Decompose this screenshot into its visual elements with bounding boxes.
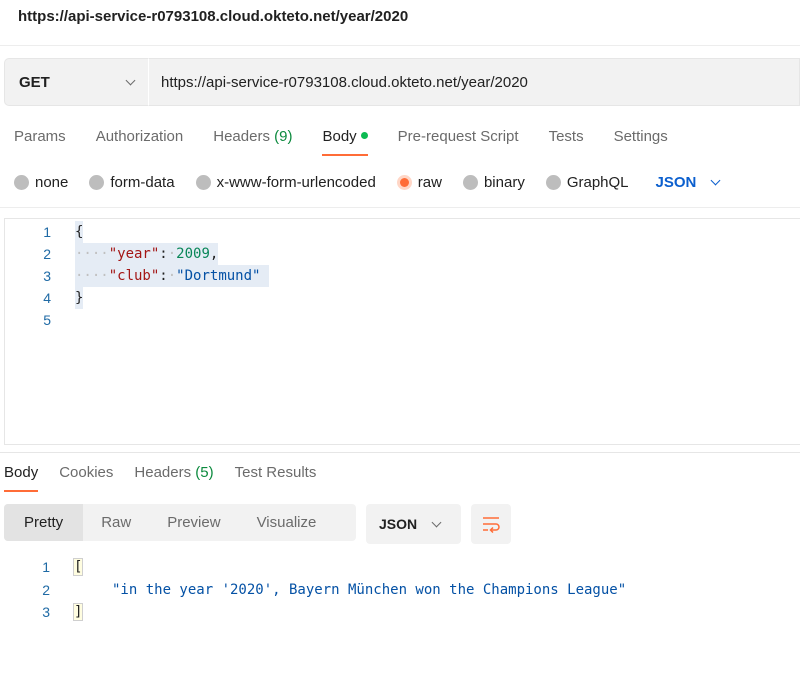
tab-headers[interactable]: Headers (9) (213, 118, 292, 156)
response-line: 3 ] (4, 601, 84, 623)
line-number: 3 (42, 604, 50, 620)
window-title: https://api-service-r0793108.cloud.oktet… (18, 8, 409, 25)
divider (0, 207, 800, 208)
chevron-down-icon (431, 517, 442, 527)
line-number: 5 (43, 312, 51, 328)
editor-line: 4 } (5, 287, 84, 309)
editor-line: 1 { (5, 221, 84, 243)
comma: , (209, 246, 219, 262)
wrap-lines-icon (483, 517, 500, 533)
wrap-lines-button[interactable] (471, 504, 511, 544)
tab-headers-label: Headers (213, 128, 270, 145)
editor-line: 5 (5, 309, 51, 331)
line-number: 3 (43, 268, 51, 284)
line-number: 2 (43, 246, 51, 262)
json-key-club: "club" (108, 268, 160, 284)
tab-body[interactable]: Body (322, 118, 368, 156)
tab-body-label: Body (322, 128, 357, 145)
response-tabs: Body Cookies Headers (5) Test Results (4, 454, 337, 494)
line-number: 2 (42, 582, 50, 598)
space-whitespace: · (167, 246, 177, 262)
title-bar: https://api-service-r0793108.cloud.oktet… (0, 0, 800, 46)
tab-tests[interactable]: Tests (549, 118, 584, 156)
open-brace: { (75, 221, 84, 243)
tab-prerequest-script[interactable]: Pre-request Script (398, 118, 519, 156)
response-tab-headers[interactable]: Headers (5) (134, 454, 213, 492)
view-pretty-button[interactable]: Pretty (4, 504, 84, 541)
editor-line: 3 ···· "club": · "Dortmund" (5, 265, 269, 287)
radio-graphql[interactable]: GraphQL (545, 173, 629, 191)
tab-authorization[interactable]: Authorization (96, 118, 184, 156)
radio-form-data[interactable]: form-data (89, 173, 175, 191)
space-whitespace: · (167, 268, 177, 284)
radio-circle-icon (462, 174, 478, 190)
json-key-year: "year" (108, 246, 160, 262)
request-body-editor[interactable]: 1 { 2 ···· "year": · 2009, 3 ···· "club": · "D… (4, 218, 800, 445)
radio-circle-icon (89, 174, 105, 190)
radio-circle-icon (14, 174, 29, 190)
request-bar: GET https://api-service-r0793108.cloud.o… (4, 58, 800, 106)
radio-none[interactable]: none (14, 174, 68, 191)
response-tab-test-results[interactable]: Test Results (235, 454, 317, 492)
response-line: 1 [ (4, 556, 84, 578)
radio-graphql-label: GraphQL (566, 173, 629, 191)
method-select[interactable]: GET (4, 58, 148, 106)
response-format-select[interactable]: JSON (366, 504, 461, 544)
radio-selected-icon (396, 174, 412, 190)
body-format-label: JSON (655, 173, 697, 191)
radio-none-label: none (35, 173, 69, 191)
view-visualize-button[interactable]: Visualize (239, 504, 335, 541)
radio-urlencoded[interactable]: x-www-form-urlencoded (195, 173, 376, 191)
line-number: 4 (43, 290, 51, 306)
chevron-down-icon (710, 175, 721, 185)
body-indicator-dot-icon (360, 132, 368, 140)
json-value-club: "Dortmund" (176, 268, 261, 284)
line-number: 1 (42, 559, 50, 575)
radio-raw[interactable]: raw (396, 173, 442, 191)
method-label: GET (19, 73, 50, 91)
response-line: 2 "in the year '2020', Bayern München wo… (4, 579, 626, 601)
response-tab-cookies[interactable]: Cookies (59, 454, 113, 492)
response-headers-label: Headers (134, 464, 192, 481)
json-value-year: 2009 (176, 246, 210, 262)
response-body-viewer[interactable]: 1 [ 2 "in the year '2020', Bayern Münche… (4, 555, 800, 625)
response-message: "in the year '2020', Bayern München won … (112, 582, 627, 598)
view-preview-button[interactable]: Preview (149, 504, 238, 541)
response-format-label: JSON (379, 516, 418, 532)
line-number: 1 (43, 224, 51, 240)
body-format-select[interactable]: JSON (655, 173, 721, 191)
headers-count-badge: (9) (274, 128, 293, 145)
close-bracket: ] (72, 603, 84, 621)
radio-binary-label: binary (483, 173, 525, 191)
colon: : (159, 246, 168, 262)
colon: : (159, 268, 168, 284)
indent-whitespace: ···· (75, 268, 109, 284)
indent-whitespace: ···· (75, 246, 109, 262)
tab-settings[interactable]: Settings (614, 118, 668, 156)
radio-urlencoded-label: x-www-form-urlencoded (216, 173, 376, 191)
radio-circle-icon (195, 174, 211, 190)
radio-circle-icon (545, 174, 561, 190)
radio-binary[interactable]: binary (462, 173, 525, 191)
radio-form-data-label: form-data (110, 173, 175, 191)
response-headers-count-badge: (5) (195, 464, 214, 481)
editor-line: 2 ···· "year": · 2009, (5, 243, 219, 265)
close-brace: } (75, 287, 84, 309)
radio-raw-label: raw (417, 173, 442, 191)
body-type-options: none form-data x-www-form-urlencoded raw… (14, 170, 721, 194)
tab-params[interactable]: Params (14, 118, 66, 156)
url-input[interactable]: https://api-service-r0793108.cloud.oktet… (148, 58, 800, 106)
response-view-group: Pretty Raw Preview Visualize (4, 504, 356, 541)
pane-divider[interactable] (0, 452, 800, 453)
response-tab-body[interactable]: Body (4, 454, 39, 492)
view-raw-button[interactable]: Raw (83, 504, 149, 541)
open-bracket: [ (72, 558, 84, 576)
request-tabs: Params Authorization Headers (9) Body Pr… (14, 118, 698, 158)
chevron-down-icon (125, 75, 136, 85)
